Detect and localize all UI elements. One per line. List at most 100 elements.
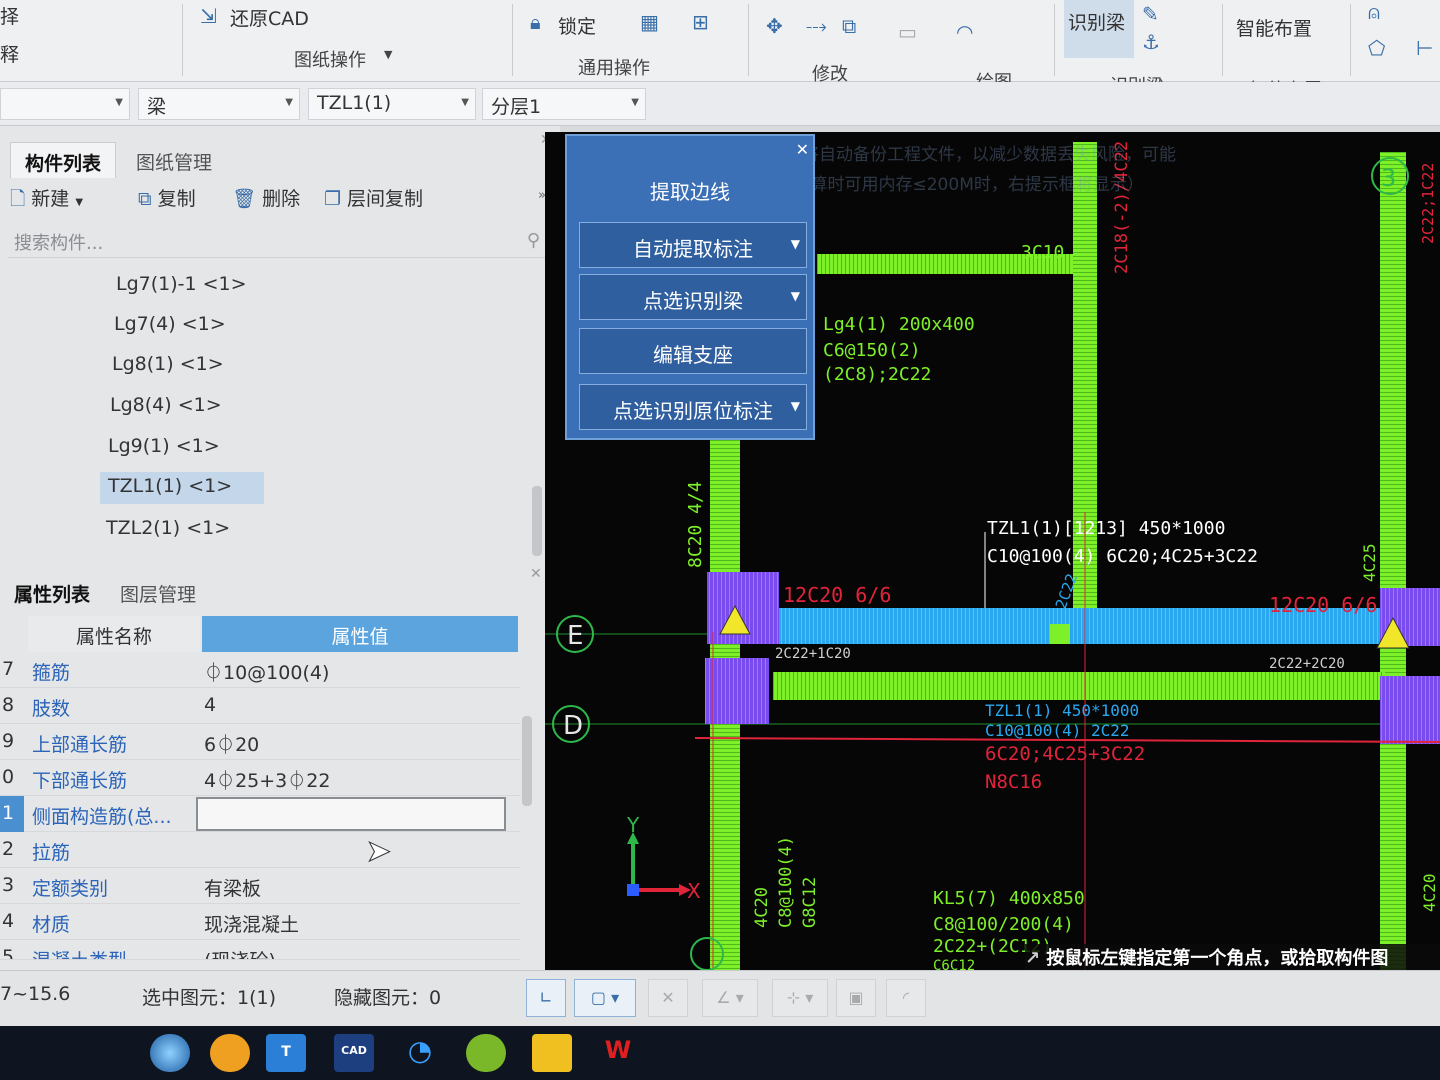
list-item-selected[interactable]: TZL1(1) <1>	[100, 472, 264, 504]
property-value[interactable]: ⏀10@100(4)	[200, 652, 510, 688]
floor-select[interactable]: ▼	[0, 88, 130, 120]
trim-icon[interactable]: ▭	[898, 20, 917, 44]
support-icon[interactable]: ⚓︎	[1142, 30, 1160, 54]
tab-drawing-management[interactable]: 图纸管理	[122, 142, 226, 178]
edit-support-button[interactable]: 编辑支座	[579, 328, 807, 374]
property-value[interactable]: 有梁板	[200, 868, 510, 904]
row-number: 9	[2, 730, 15, 752]
floor-copy-button[interactable]: ❐ 层间复制	[324, 184, 423, 211]
list-scrollbar[interactable]	[532, 486, 542, 556]
component-select[interactable]: TZL1(1) ▼	[308, 88, 476, 120]
general-ops-group[interactable]: 通用操作	[578, 54, 650, 80]
property-scrollbar[interactable]	[522, 716, 532, 806]
arc-snap-icon[interactable]: ◜	[886, 979, 926, 1017]
command-prompt: ↗ 按鼠标左键指定第一个角点，或拾取构件图	[1025, 944, 1440, 970]
cad-app-icon[interactable]: CAD	[334, 1034, 374, 1072]
green-app-icon[interactable]	[466, 1034, 506, 1072]
property-value[interactable]: (现浇砼)	[200, 940, 510, 959]
property-value[interactable]: 6⏀20	[200, 724, 510, 760]
glodon-app-icon[interactable]: T	[266, 1034, 306, 1072]
offset-icon[interactable]: ⊹ ▾	[772, 979, 828, 1017]
lock-button[interactable]: 锁定	[558, 12, 596, 39]
trash-icon: 🗑︎	[232, 188, 257, 210]
tab-property-list[interactable]: 属性列表	[0, 574, 104, 610]
delete-button[interactable]: 🗑︎ 删除	[232, 184, 300, 211]
new-button[interactable]: 🗋︎ 新建 ▼	[10, 184, 83, 217]
globe-app-icon[interactable]	[150, 1034, 190, 1072]
list-item[interactable]: Lg7(1)-1 <1>	[108, 270, 255, 302]
table-row[interactable]: 2 拉筋	[0, 832, 520, 868]
floor-copy-icon: ❐	[324, 188, 342, 210]
table-row[interactable]: 0 下部通长筋 4⏀25+3⏀22	[0, 760, 520, 796]
column-left-d[interactable]	[705, 658, 769, 724]
arc-icon[interactable]: ◠	[956, 20, 973, 44]
horizontal-beam-lower[interactable]	[773, 672, 1385, 700]
chevron-down-icon[interactable]: ▼	[791, 289, 800, 303]
search-input[interactable]: 搜索构件... ⚲	[8, 224, 548, 258]
wps-app-icon[interactable]: W	[598, 1034, 638, 1072]
list-item[interactable]: Lg9(1) <1>	[100, 432, 228, 464]
ribbon-select-label[interactable]: 择	[0, 2, 19, 29]
table-row[interactable]: 8 肢数 4	[0, 688, 520, 724]
vertical-beam-right[interactable]	[1380, 152, 1406, 970]
layout-tool-icon[interactable]: ⊞	[692, 10, 709, 34]
extend-icon[interactable]: ⤏	[806, 14, 827, 38]
property-value[interactable]: 4	[200, 688, 510, 724]
property-value-editor[interactable]	[196, 797, 506, 831]
close-icon[interactable]: ✕	[796, 140, 809, 159]
copy-button[interactable]: ⧉ 复制	[138, 184, 196, 211]
extract-edge-button[interactable]: 提取边线	[567, 176, 813, 205]
column-right-d[interactable]	[1380, 676, 1440, 744]
table-row[interactable]: 7 箍筋 ⏀10@100(4)	[0, 652, 520, 688]
point-identify-beam-button[interactable]: 点选识别梁 ▼	[579, 274, 807, 320]
table-row[interactable]: 4 材质 现浇混凝土	[0, 904, 520, 940]
tab-component-list[interactable]: 构件列表	[10, 142, 117, 178]
snap-x-icon[interactable]: ✕	[648, 979, 688, 1017]
orange-app-icon[interactable]	[210, 1034, 250, 1072]
layer-select[interactable]: 分层1 ▼	[482, 88, 646, 120]
flag-tool-icon[interactable]: ⊢	[1416, 36, 1433, 60]
table-row-active[interactable]: 1 侧面构造筋(总...	[0, 796, 520, 832]
list-item[interactable]: Lg8(4) <1>	[102, 391, 230, 423]
browser-app-icon[interactable]: ◔	[400, 1034, 440, 1072]
label-vert-4c20-right: 4C20	[1420, 873, 1439, 912]
ribbon-annotate-label[interactable]: 释	[0, 40, 19, 67]
ortho-toggle-icon[interactable]: ∟	[526, 979, 566, 1017]
table-row[interactable]: 5 混凝土类型 (现浇砼)	[0, 940, 520, 960]
edit-icon[interactable]: ✎	[1142, 2, 1159, 26]
chevron-down-icon[interactable]: ▼	[791, 399, 800, 413]
drawing-ops-group[interactable]: 图纸操作	[294, 46, 366, 72]
grid-tool-icon[interactable]: ▦	[640, 10, 659, 34]
polygon-tool-icon[interactable]: ⬠	[1368, 36, 1385, 60]
chevron-down-icon[interactable]: ▼	[791, 237, 800, 251]
table-row[interactable]: 9 上部通长筋 6⏀20	[0, 724, 520, 760]
identify-beam-button[interactable]: 识别梁	[1068, 8, 1125, 35]
display-icon[interactable]: ▣	[836, 979, 876, 1017]
copy-array-icon[interactable]: ⧉	[842, 14, 856, 38]
folder-icon[interactable]	[532, 1034, 572, 1072]
list-item[interactable]: Lg7(4) <1>	[106, 310, 234, 342]
element-type-select[interactable]: 梁 ▼	[138, 88, 300, 120]
search-icon[interactable]: ⚲	[527, 230, 540, 251]
tab-layer-management[interactable]: 图层管理	[106, 574, 210, 610]
list-item[interactable]: TZL2(1) <1>	[98, 514, 238, 546]
select-box-icon[interactable]: ▢ ▾	[574, 979, 636, 1017]
property-name: 混凝土类型	[28, 940, 198, 959]
left-panel: 构件列表 图纸管理 ✕ 🗋︎新建 ▼ ⧉复制 🗑︎删除 ❐层间复制 » 搜索构件…	[0, 126, 560, 970]
chevron-down-icon: ▼	[285, 97, 293, 108]
point-identify-in-situ-button[interactable]: 点选识别原位标注 ▼	[579, 384, 807, 430]
table-row[interactable]: 3 定额类别 有梁板	[0, 868, 520, 904]
angle-icon[interactable]: ∠ ▾	[702, 979, 758, 1017]
move-icon[interactable]: ✥	[766, 14, 783, 38]
drawing-ops-dropdown-icon[interactable]: ▼	[384, 48, 392, 61]
smart-layout-button[interactable]: 智能布置	[1236, 14, 1312, 41]
restore-cad-button[interactable]: 还原CAD	[230, 4, 309, 31]
person-tool-icon[interactable]: ⍝	[1368, 0, 1380, 24]
property-value[interactable]: 4⏀25+3⏀22	[200, 760, 510, 796]
property-value[interactable]	[200, 832, 510, 868]
close-icon[interactable]: ✕	[530, 566, 542, 582]
auto-extract-annotation-button[interactable]: 自动提取标注 ▼	[579, 222, 807, 268]
property-value[interactable]: 现浇混凝土	[200, 904, 510, 940]
label-tzl-dup-1: TZL1(1) 450*1000	[985, 701, 1139, 720]
list-item[interactable]: Lg8(1) <1>	[104, 350, 232, 382]
